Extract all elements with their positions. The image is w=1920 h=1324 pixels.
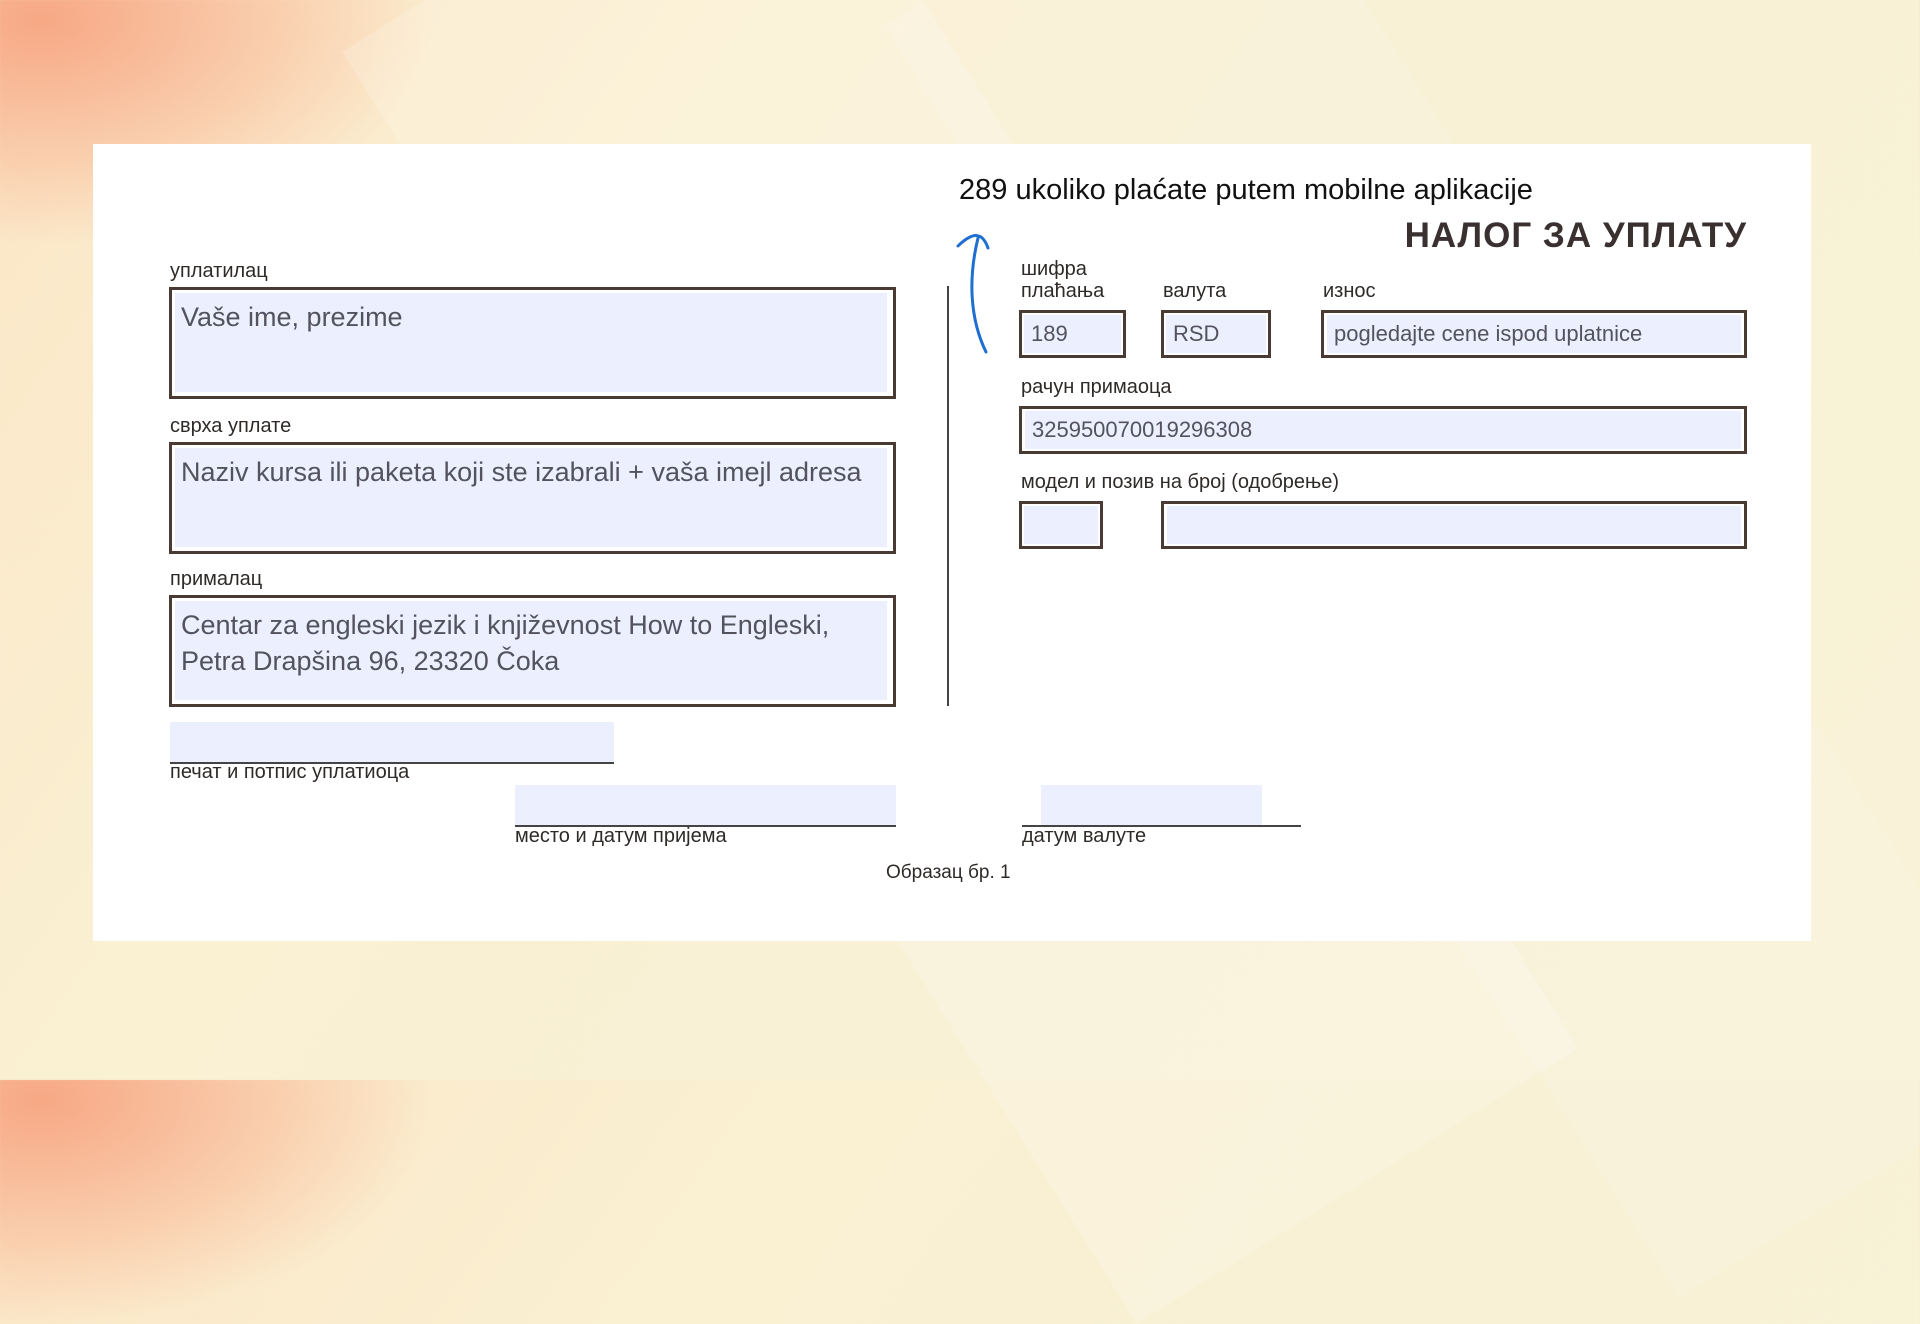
- payer-label: уплатилац: [170, 260, 268, 282]
- recipient-label: прималац: [170, 568, 263, 590]
- recipient-field[interactable]: Centar za engleski jezik i književnost H…: [175, 601, 887, 700]
- value-date-field[interactable]: [1041, 785, 1262, 825]
- reference-field[interactable]: [1167, 506, 1741, 544]
- annotation-note: 289 ukoliko plaćate putem mobilne aplika…: [959, 174, 1533, 206]
- place-date-field[interactable]: [515, 785, 896, 825]
- currency-label: валута: [1163, 280, 1227, 302]
- account-label: рачун примаоца: [1021, 376, 1172, 398]
- payer-field[interactable]: Vaše ime, prezime: [175, 293, 887, 392]
- purpose-label: сврха уплате: [170, 415, 292, 437]
- place-date-label: место и датум пријема: [515, 825, 727, 847]
- form-number: Образац бр. 1: [886, 862, 1011, 883]
- signature-field[interactable]: [170, 722, 614, 762]
- currency-box: RSD: [1161, 310, 1271, 358]
- amount-label: износ: [1323, 280, 1376, 302]
- purpose-field[interactable]: Naziv kursa ili paketa koji ste izabrali…: [175, 448, 887, 547]
- purpose-box: Naziv kursa ili paketa koji ste izabrali…: [169, 442, 896, 554]
- reference-box: [1161, 501, 1747, 549]
- column-divider: [947, 286, 949, 706]
- form-title: НАЛОГ ЗА УПЛАТУ: [1404, 216, 1747, 255]
- payment-slip: 289 ukoliko plaćate putem mobilne aplika…: [93, 144, 1811, 941]
- signature-label: печат и потпис уплатиоца: [170, 761, 410, 783]
- payer-box: Vaše ime, prezime: [169, 287, 896, 399]
- account-box: 325950070019296308: [1019, 406, 1747, 454]
- model-field[interactable]: [1024, 506, 1098, 544]
- payment-code-box: 189: [1019, 310, 1126, 358]
- account-field[interactable]: 325950070019296308: [1025, 411, 1741, 449]
- amount-field[interactable]: pogledajte cene ispod uplatnice: [1327, 315, 1741, 353]
- arrow-up-icon: [956, 234, 990, 354]
- payment-code-label: шифра плаћања: [1021, 258, 1105, 302]
- value-date-label: датум валуте: [1022, 825, 1147, 847]
- currency-field[interactable]: RSD: [1166, 315, 1266, 353]
- model-label: модел и позив на број (одобрење): [1021, 471, 1340, 493]
- recipient-box: Centar za engleski jezik i književnost H…: [169, 595, 896, 707]
- payment-code-field[interactable]: 189: [1024, 315, 1121, 353]
- amount-box: pogledajte cene ispod uplatnice: [1321, 310, 1747, 358]
- model-box: [1019, 501, 1103, 549]
